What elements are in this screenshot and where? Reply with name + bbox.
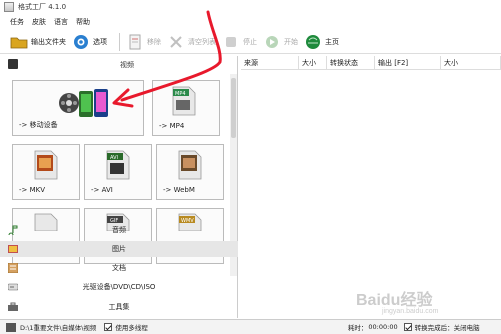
- category-picture[interactable]: 图片: [0, 241, 238, 257]
- format-label: -> 移动设备: [19, 121, 58, 129]
- folder-icon[interactable]: [6, 322, 16, 332]
- category-document[interactable]: 文档: [0, 260, 238, 276]
- output-folder-button[interactable]: 输出文件夹: [10, 32, 66, 52]
- menu-help[interactable]: 帮助: [76, 17, 90, 27]
- svg-text:AVI: AVI: [110, 155, 118, 161]
- category-audio[interactable]: 音频: [0, 222, 238, 238]
- column-source[interactable]: 来源: [241, 56, 299, 70]
- mkv-icon: [33, 150, 59, 182]
- after-done-checkbox[interactable]: [403, 323, 412, 331]
- video-section-title: 视频: [120, 61, 134, 69]
- elapsed-time: 00:00:00: [368, 323, 398, 331]
- format-mkv-button[interactable]: -> MKV: [12, 144, 80, 200]
- status-bar: D:\1重要文件\自媒体\视频 使用多线程 耗时： 00:00:00 转换完成后…: [0, 319, 501, 334]
- format-webm-button[interactable]: -> WebM: [156, 144, 224, 200]
- video-section-header[interactable]: 视频: [0, 56, 238, 72]
- start-button[interactable]: 开始: [263, 32, 298, 52]
- elapsed-label: 耗时：: [347, 324, 368, 332]
- format-label: -> MKV: [19, 186, 46, 194]
- toolbar: 输出文件夹 选项 移除 清空列表 停止 开始 主页: [0, 30, 501, 54]
- clear-list-button[interactable]: 清空列表: [167, 32, 216, 52]
- output-path[interactable]: D:\1重要文件\自媒体\视频: [20, 322, 96, 332]
- after-done-label: 转换完成后：关闭电脑: [414, 324, 480, 332]
- webm-icon: [177, 150, 203, 182]
- app-icon: [4, 2, 14, 12]
- format-label: -> WebM: [163, 186, 195, 194]
- folder-icon: [10, 34, 28, 50]
- multithread-checkbox[interactable]: [104, 323, 113, 331]
- column-status[interactable]: 转换状态: [327, 56, 375, 70]
- column-output[interactable]: 输出 [F2]: [375, 56, 441, 70]
- start-icon: [263, 34, 281, 50]
- menu-task[interactable]: 任务: [10, 17, 24, 27]
- multithread-label: 使用多线程: [115, 324, 148, 332]
- left-panel: 视频 -> 移动设备 MP4 -> MP4 -> MKV AVI -> AVI …: [0, 56, 238, 318]
- menu-language[interactable]: 语言: [54, 17, 68, 27]
- task-list[interactable]: 来源 大小 转换状态 输出 [F2] 大小: [241, 56, 501, 318]
- home-button[interactable]: 主页: [304, 32, 339, 52]
- remove-icon: [126, 34, 144, 50]
- format-mobile-device-button[interactable]: -> 移动设备: [12, 80, 144, 136]
- menu-bar: 任务 皮肤 语言 帮助: [0, 15, 501, 28]
- column-output-size[interactable]: 大小: [441, 56, 501, 70]
- remove-button[interactable]: 移除: [126, 32, 161, 52]
- mobile-device-icon: [57, 87, 115, 121]
- options-button[interactable]: 选项: [72, 32, 107, 52]
- format-label: -> AVI: [91, 186, 113, 194]
- home-globe-icon: [304, 34, 322, 50]
- mp4-icon: MP4: [171, 86, 197, 118]
- stop-icon: [222, 34, 240, 50]
- format-avi-button[interactable]: AVI -> AVI: [84, 144, 152, 200]
- category-disc-device[interactable]: 光驱设备\DVD\CD\ISO: [0, 279, 238, 295]
- title-bar: 格式工厂 4.1.0: [0, 0, 501, 14]
- scrollbar-thumb[interactable]: [231, 78, 236, 138]
- svg-text:MP4: MP4: [175, 91, 186, 97]
- menu-skin[interactable]: 皮肤: [32, 17, 46, 27]
- toolbar-separator: [119, 32, 120, 51]
- stop-button[interactable]: 停止: [222, 32, 257, 52]
- avi-icon: AVI: [105, 150, 131, 182]
- options-icon: [72, 34, 90, 50]
- column-size[interactable]: 大小: [299, 56, 327, 70]
- format-label: -> MP4: [159, 122, 185, 130]
- category-tools[interactable]: 工具集: [0, 299, 238, 315]
- format-mp4-button[interactable]: MP4 -> MP4: [152, 80, 220, 136]
- window-title: 格式工厂 4.1.0: [18, 3, 67, 11]
- film-icon: [8, 59, 18, 69]
- clear-list-icon: [167, 34, 185, 50]
